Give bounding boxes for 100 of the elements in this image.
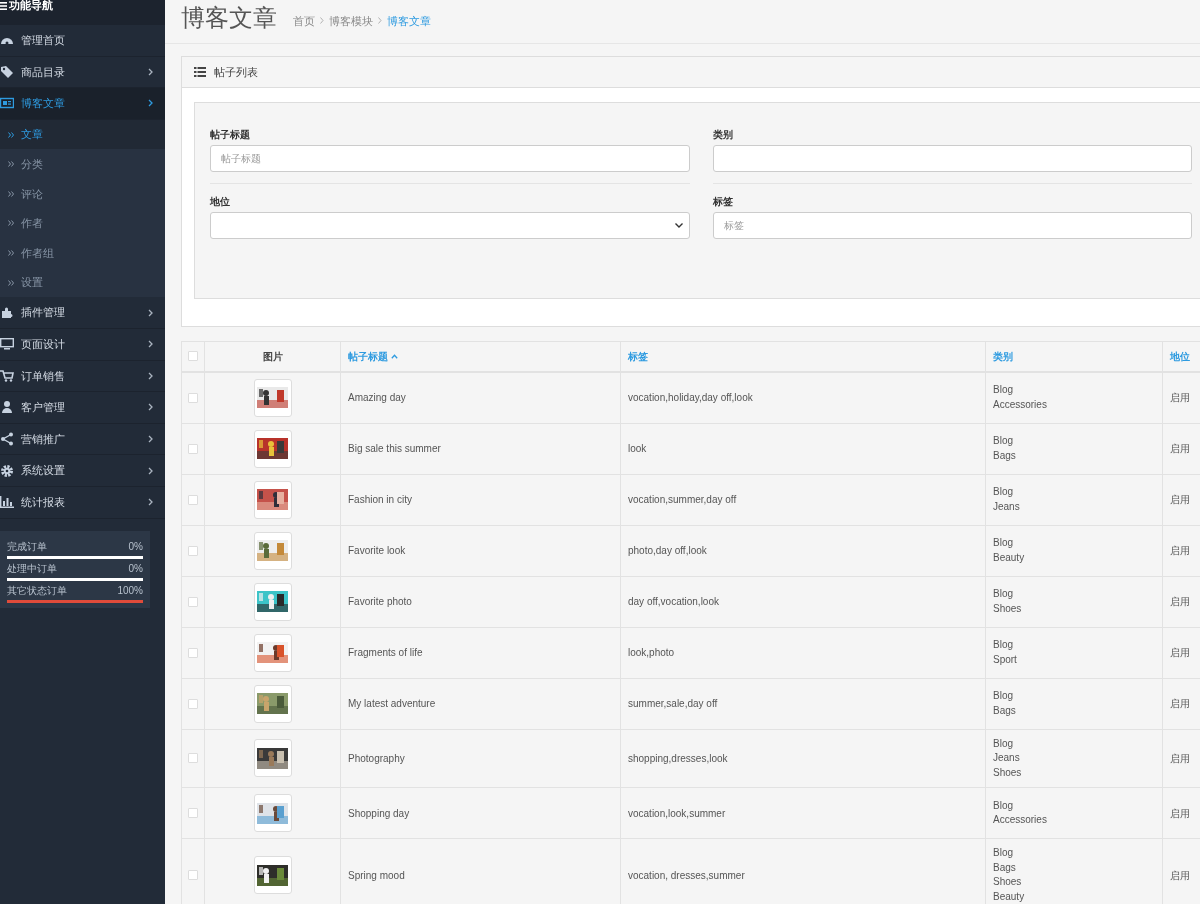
submenu-item[interactable]: 分类 — [0, 149, 165, 179]
checkbox[interactable] — [188, 808, 198, 818]
double-chevron-icon — [8, 279, 14, 286]
breadcrumb-separator-icon — [320, 17, 324, 25]
submenu-item[interactable]: 设置 — [0, 267, 165, 298]
status-text: 启用 — [1170, 443, 1190, 454]
category-text: Blog — [993, 689, 1014, 703]
category-text: Blog — [993, 536, 1014, 550]
input-field[interactable]: 标签 — [712, 212, 1192, 239]
category-text: Bags — [993, 703, 1017, 718]
status-text: 启用 — [1170, 869, 1190, 881]
submenu-item[interactable]: 评论 — [0, 178, 165, 209]
submenu-item[interactable]: 作者组 — [0, 238, 165, 268]
field-label: 类别 — [712, 128, 734, 141]
stat-label: 处理中订单 — [7, 562, 57, 574]
submenu-item[interactable]: 作者 — [0, 208, 165, 239]
newspaper-icon — [0, 96, 14, 111]
checkbox[interactable] — [188, 351, 198, 362]
checkbox[interactable] — [188, 545, 198, 556]
category-text: Bags — [993, 448, 1017, 463]
tags-text: vocation, dresses,summer — [628, 869, 745, 881]
status-text: 启用 — [1170, 545, 1190, 556]
category-text: Blog — [993, 798, 1014, 813]
sidebar-title: 功能导航 — [9, 0, 53, 11]
category-text: Blog — [993, 485, 1014, 499]
post-title[interactable]: Favorite photo — [348, 596, 412, 607]
stat-value: 0% — [128, 562, 143, 574]
stat-value: 0% — [128, 540, 143, 552]
stat-label: 完成订单 — [7, 540, 47, 552]
column-header: 图片 — [262, 349, 283, 364]
post-title[interactable]: Photography — [348, 752, 405, 764]
checkbox[interactable] — [188, 494, 198, 505]
post-title[interactable]: Shopping day — [348, 807, 410, 819]
tags-text: day off,vocation,look — [628, 596, 719, 607]
checkbox[interactable] — [188, 596, 198, 607]
input-field[interactable]: 帖子标题 — [210, 145, 690, 172]
breadcrumb-link[interactable]: 首页 — [293, 12, 315, 29]
status-text: 启用 — [1170, 494, 1190, 505]
post-title[interactable]: Spring mood — [348, 869, 405, 881]
category-text: Jeans — [993, 499, 1021, 514]
field-label: 帖子标题 — [210, 128, 251, 141]
bar-chart-icon — [0, 495, 14, 510]
double-chevron-icon — [8, 131, 14, 138]
category-text: Blog — [993, 434, 1014, 448]
cart-icon — [0, 368, 14, 383]
status-text: 启用 — [1170, 807, 1190, 819]
tags-text: look,photo — [628, 647, 675, 658]
category-text: Shoes — [993, 601, 1023, 616]
dropdown-caret-icon — [674, 223, 683, 228]
double-chevron-icon — [8, 220, 14, 227]
nav-item[interactable]: 博客文章 — [0, 88, 165, 120]
monitor-icon — [0, 337, 14, 352]
checkbox[interactable] — [188, 443, 198, 454]
select-field[interactable] — [210, 212, 690, 239]
category-text: Blog — [993, 383, 1014, 397]
category-text: Blog — [993, 736, 1014, 751]
status-text: 启用 — [1170, 752, 1190, 764]
breadcrumb-separator-icon — [378, 17, 382, 25]
tag-icon — [0, 64, 14, 79]
category-text: Shoes — [993, 875, 1023, 889]
stat-label: 其它状态订单 — [7, 584, 67, 596]
double-chevron-icon — [8, 161, 14, 168]
status-text: 启用 — [1170, 392, 1190, 403]
post-title[interactable]: Fragments of life — [348, 647, 423, 658]
checkbox[interactable] — [188, 698, 198, 709]
category-text: Accessories — [993, 397, 1048, 412]
checkbox[interactable] — [188, 753, 198, 764]
stat-value: 100% — [117, 584, 143, 596]
checkbox[interactable] — [188, 647, 198, 658]
category-text: Shoes — [993, 765, 1023, 780]
category-text: Beauty — [993, 550, 1026, 565]
breadcrumb-link[interactable]: 博客模块 — [329, 12, 373, 29]
list-icon — [194, 67, 206, 77]
user-icon — [0, 400, 14, 415]
status-text: 启用 — [1170, 698, 1190, 709]
tags-text: summer,sale,day off — [628, 698, 718, 709]
checkbox[interactable] — [188, 392, 198, 403]
post-title[interactable]: Favorite look — [348, 545, 406, 556]
post-title[interactable]: Amazing day — [348, 392, 406, 403]
category-text: Blog — [993, 587, 1014, 601]
post-title[interactable]: Fashion in city — [348, 494, 412, 505]
post-title[interactable]: Big sale this summer — [348, 443, 441, 454]
input-field[interactable] — [712, 145, 1192, 172]
category-text: Sport — [993, 652, 1018, 667]
category-text: Blog — [993, 846, 1014, 860]
field-label: 标签 — [712, 195, 734, 208]
status-text: 启用 — [1170, 647, 1190, 658]
tags-text: vocation,look,summer — [628, 807, 726, 819]
tags-text: vocation,holiday,day off,look — [628, 392, 753, 403]
category-text: Blog — [993, 638, 1014, 652]
post-title[interactable]: My latest adventure — [348, 698, 436, 709]
status-text: 启用 — [1170, 596, 1190, 607]
category-text: Jeans — [993, 751, 1021, 765]
tags-text: photo,day off,look — [628, 545, 707, 556]
category-text: Beauty — [993, 889, 1026, 904]
checkbox[interactable] — [188, 870, 198, 880]
panel-title: 帖子列表 — [214, 64, 258, 80]
field-label: 地位 — [210, 195, 231, 208]
tags-text: shopping,dresses,look — [628, 752, 728, 764]
menu-icon — [0, 1, 7, 11]
